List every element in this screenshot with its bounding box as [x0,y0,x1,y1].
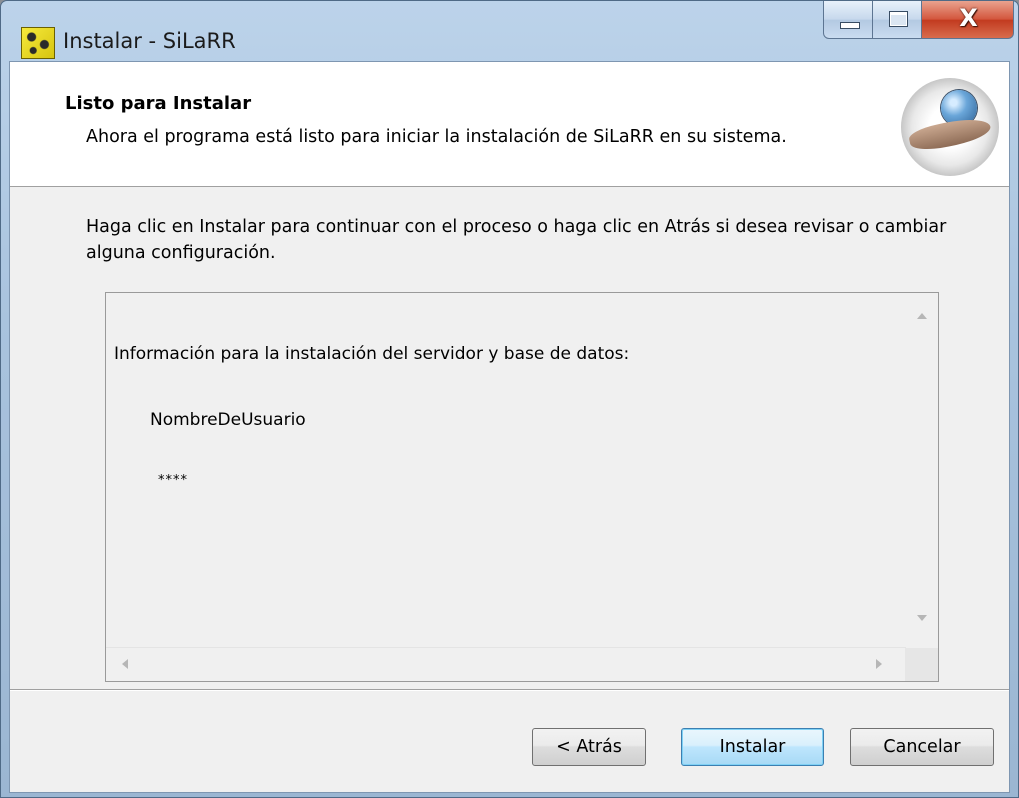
minimize-button[interactable] [823,1,873,39]
globe-in-hand-icon [901,78,999,176]
minimize-icon [840,22,860,29]
maximize-button[interactable] [872,1,922,39]
install-button[interactable]: Instalar [681,728,824,766]
maximize-icon [889,11,908,27]
cancel-button[interactable]: Cancelar [850,728,994,766]
installer-window: Instalar - SiLaRR X Listo para Instalar … [0,0,1019,798]
scroll-up-icon[interactable] [917,313,927,319]
instructions-text: Haga clic en Instalar para continuar con… [86,217,947,263]
window-title: Instalar - SiLaRR [63,29,236,53]
scroll-right-icon[interactable] [876,659,882,669]
vertical-scrollbar[interactable] [905,293,938,648]
memo-content: Información para la instalación del serv… [114,299,629,531]
wizard-header: Listo para Instalar Ahora el programa es… [10,62,1009,187]
footer-divider [10,689,1009,691]
scroll-left-icon[interactable] [122,659,128,669]
back-button[interactable]: < Atrás [532,728,646,766]
page-subtitle: Ahora el programa está listo para inicia… [86,127,787,147]
memo-heading: Información para la instalación del serv… [114,344,630,364]
scrollbar-corner [905,648,938,681]
horizontal-scrollbar[interactable] [106,647,906,681]
page-title: Listo para Instalar [65,93,252,114]
scroll-down-icon[interactable] [917,615,927,621]
memo-username: NombreDeUsuario [150,410,306,430]
close-button[interactable]: X [921,1,1014,39]
app-icon [21,27,55,59]
close-icon: X [959,4,978,32]
memo-password: **** [158,473,188,488]
wizard-client-area: Listo para Instalar Ahora el programa es… [9,61,1010,793]
ready-memo[interactable]: Información para la instalación del serv… [105,292,939,682]
